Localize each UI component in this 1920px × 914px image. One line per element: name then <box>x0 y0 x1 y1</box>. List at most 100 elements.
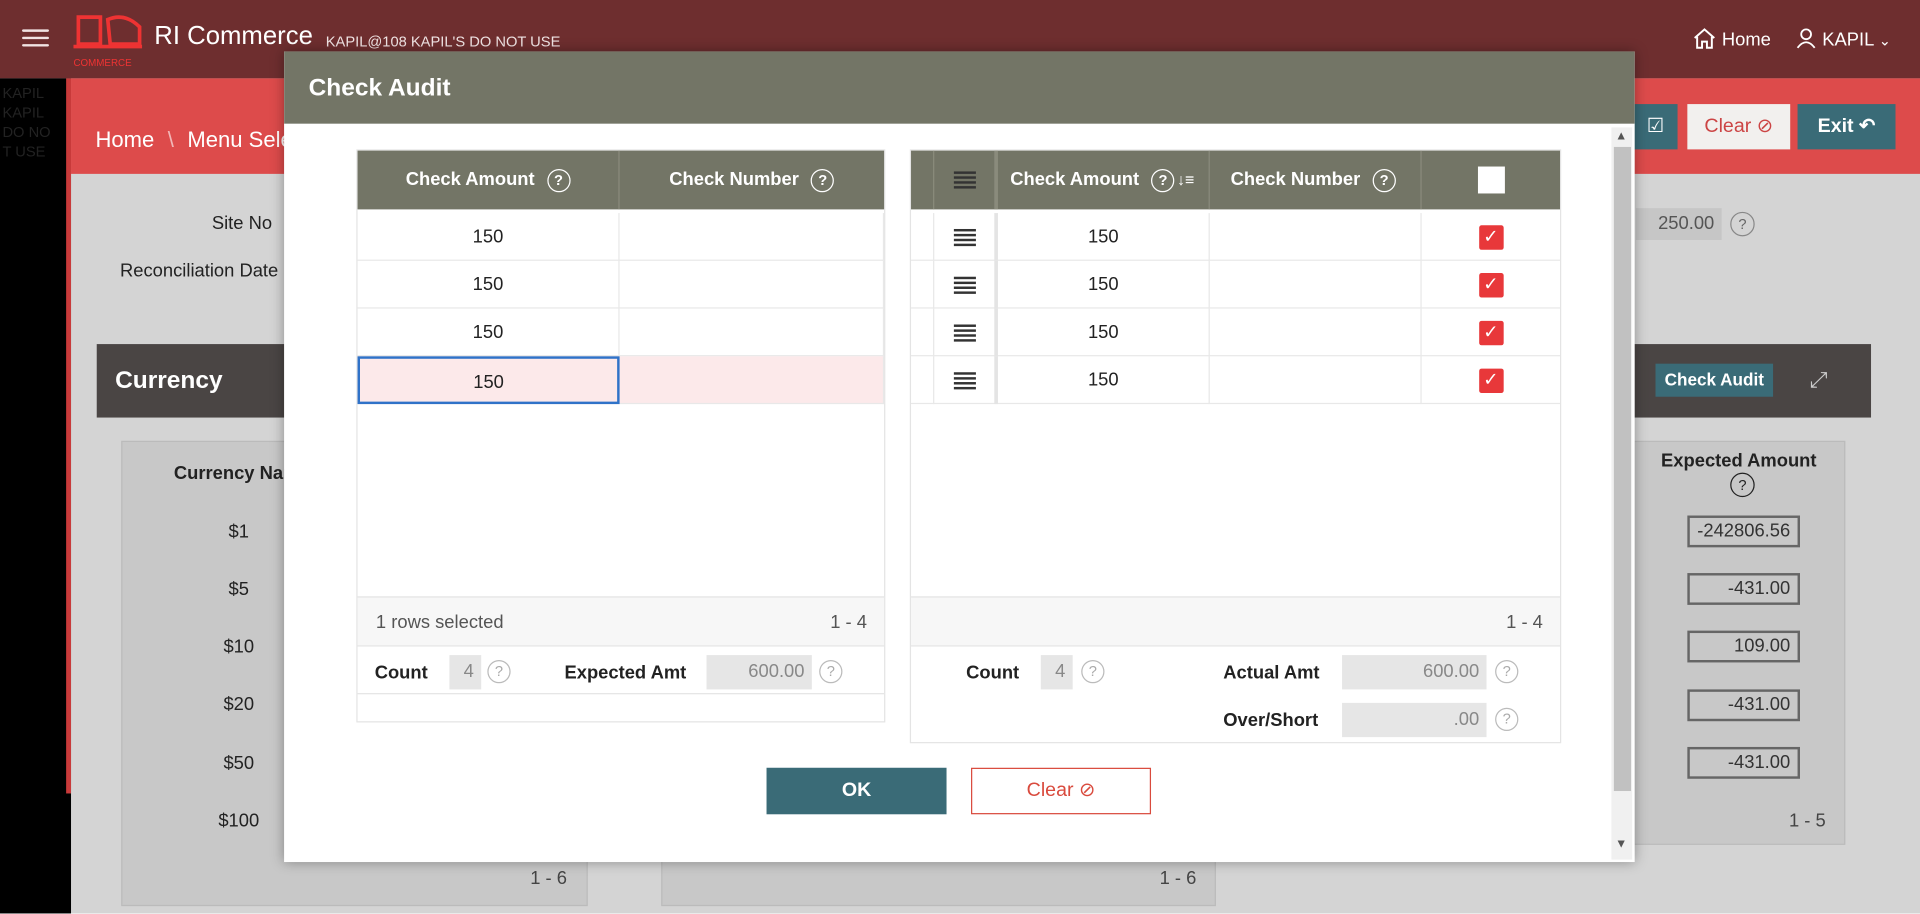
row-spacer <box>911 260 935 309</box>
check-number-cell[interactable] <box>1210 260 1422 309</box>
help-icon[interactable]: ? <box>1081 660 1105 684</box>
check-amount-cell[interactable]: 150 <box>358 260 620 309</box>
check-amount-cell[interactable]: 150 <box>998 356 1210 405</box>
table-row[interactable]: 150 <box>357 308 885 357</box>
column-header-check-number[interactable]: Check Number? <box>1210 150 1422 210</box>
breadcrumb-separator: \ <box>167 127 174 152</box>
sidebar <box>0 78 72 914</box>
menu-lines-icon[interactable] <box>953 276 976 294</box>
expected-amt-label: Expected Amt <box>564 662 687 684</box>
dialog-scrollbar[interactable]: ▲ ▼ <box>1611 127 1633 860</box>
row-actions[interactable] <box>934 308 998 357</box>
check-amount-cell[interactable]: 150 <box>998 260 1210 309</box>
menu-lines-icon[interactable] <box>953 229 976 247</box>
help-icon[interactable]: ? <box>487 660 511 684</box>
left-check-grid: Check Amount? Check Number? 150 150 150 … <box>356 149 886 723</box>
check-amount-cell[interactable]: 150 <box>998 213 1210 261</box>
currency-pagination-left: 1 - 6 <box>530 868 567 889</box>
user-icon <box>1796 28 1816 49</box>
row-actions[interactable] <box>934 260 998 309</box>
currency-pagination-mid: 1 - 6 <box>1159 868 1197 889</box>
clear-button-top[interactable]: Clear ⊘ <box>1687 104 1791 150</box>
scrollbar-thumb[interactable] <box>1613 146 1632 792</box>
row-select[interactable]: ✓ <box>1422 356 1560 404</box>
check-number-cell[interactable] <box>620 308 885 357</box>
currency-name: $50 <box>223 753 255 774</box>
check-amount-cell[interactable]: 150 <box>358 308 620 357</box>
checked-checkbox-icon[interactable]: ✓ <box>1478 368 1504 394</box>
check-amount-cell[interactable]: 150 <box>357 356 620 405</box>
column-header-check-amount[interactable]: Check Amount? ↓≡ <box>998 150 1210 210</box>
row-select[interactable]: ✓ <box>1422 213 1560 261</box>
help-icon[interactable]: ? <box>1495 707 1519 732</box>
currency-name: $1 <box>228 521 249 543</box>
help-icon[interactable]: ? <box>1730 472 1755 498</box>
breadcrumb: Home \ Menu Selec <box>96 127 304 153</box>
help-icon[interactable]: ? <box>1495 660 1519 684</box>
menu-lines-icon[interactable] <box>953 324 976 342</box>
menu-lines-icon <box>953 171 976 189</box>
table-row-selected[interactable]: 150 <box>357 356 885 405</box>
dialog-header <box>284 51 1635 124</box>
check-amount-cell[interactable]: 150 <box>998 308 1210 357</box>
checked-checkbox-icon[interactable]: ✓ <box>1478 320 1504 346</box>
app-title: RI Commerce <box>154 22 313 51</box>
ok-button[interactable]: OK <box>766 767 947 815</box>
checked-checkbox-icon[interactable]: ✓ <box>1478 273 1504 298</box>
table-row[interactable]: 150 <box>357 213 885 261</box>
check-number-cell[interactable] <box>620 213 885 261</box>
column-header-check-number[interactable]: Check Number? <box>620 151 884 210</box>
help-icon[interactable]: ? <box>1372 168 1396 192</box>
row-select[interactable]: ✓ <box>1422 309 1560 357</box>
scroll-down-icon[interactable]: ▼ <box>1615 838 1627 851</box>
expected-amount-input[interactable]: -431.00 <box>1687 746 1801 779</box>
home-label: Home <box>1721 29 1771 51</box>
check-amount-cell[interactable]: 150 <box>358 213 620 261</box>
table-row[interactable]: 150 ✓ <box>911 308 1561 357</box>
expand-icon[interactable]: ⤢ <box>1810 367 1828 393</box>
clear-button[interactable]: Clear ⊘ <box>971 767 1152 815</box>
column-header-check-amount[interactable]: Check Amount? <box>358 150 620 210</box>
check-number-cell[interactable] <box>1210 213 1422 261</box>
home-link[interactable]: Home <box>1692 27 1771 50</box>
check-number-cell[interactable] <box>1210 356 1422 405</box>
help-icon[interactable]: ? <box>1730 211 1755 237</box>
confirm-button[interactable]: ☑ <box>1633 104 1678 150</box>
table-row[interactable]: 150 <box>357 260 885 309</box>
right-check-grid: Check Amount? ↓≡ Check Number? 150 ✓ 150 … <box>909 149 1562 744</box>
menu-lines-icon[interactable] <box>953 372 976 390</box>
check-icon: ☑ <box>1646 116 1665 138</box>
checked-checkbox-icon[interactable]: ✓ <box>1478 225 1504 250</box>
row-select[interactable]: ✓ <box>1422 261 1560 309</box>
sort-desc-icon[interactable]: ↓≡ <box>1177 170 1194 188</box>
help-icon[interactable]: ? <box>1151 168 1175 192</box>
table-row[interactable]: 150 ✓ <box>911 213 1561 261</box>
help-icon[interactable]: ? <box>546 168 571 192</box>
column-header-actions[interactable] <box>934 150 998 210</box>
help-icon[interactable]: ? <box>819 660 843 684</box>
expected-amount-input[interactable]: -242806.56 <box>1687 515 1801 548</box>
menu-hamburger-icon[interactable] <box>22 24 49 51</box>
row-actions[interactable] <box>934 213 998 261</box>
exit-button[interactable]: Exit ↶ <box>1797 104 1896 150</box>
scroll-up-icon[interactable]: ▲ <box>1615 130 1627 143</box>
column-header-spacer <box>911 150 935 210</box>
check-audit-button[interactable]: Check Audit <box>1655 363 1774 397</box>
select-all-checkbox[interactable] <box>1477 166 1505 194</box>
breadcrumb-home[interactable]: Home <box>96 127 155 151</box>
help-icon[interactable]: ? <box>811 168 835 192</box>
check-number-cell[interactable] <box>620 260 885 309</box>
expected-amount-input[interactable]: -431.00 <box>1687 573 1801 605</box>
table-row[interactable]: 150 ✓ <box>911 260 1561 309</box>
user-menu[interactable]: KAPIL ⌄ <box>1795 27 1891 50</box>
row-actions[interactable] <box>934 356 998 405</box>
check-number-cell[interactable] <box>620 356 885 405</box>
reply-icon: ↶ <box>1859 116 1876 138</box>
column-header-select-all[interactable] <box>1422 151 1560 210</box>
check-number-cell[interactable] <box>1210 308 1422 357</box>
table-row[interactable]: 150 ✓ <box>911 356 1561 405</box>
expected-amount-input[interactable]: 109.00 <box>1687 630 1801 663</box>
currency-name: $10 <box>223 636 255 658</box>
expected-amount-input[interactable]: -431.00 <box>1687 689 1801 722</box>
currency-name: $100 <box>218 810 260 832</box>
